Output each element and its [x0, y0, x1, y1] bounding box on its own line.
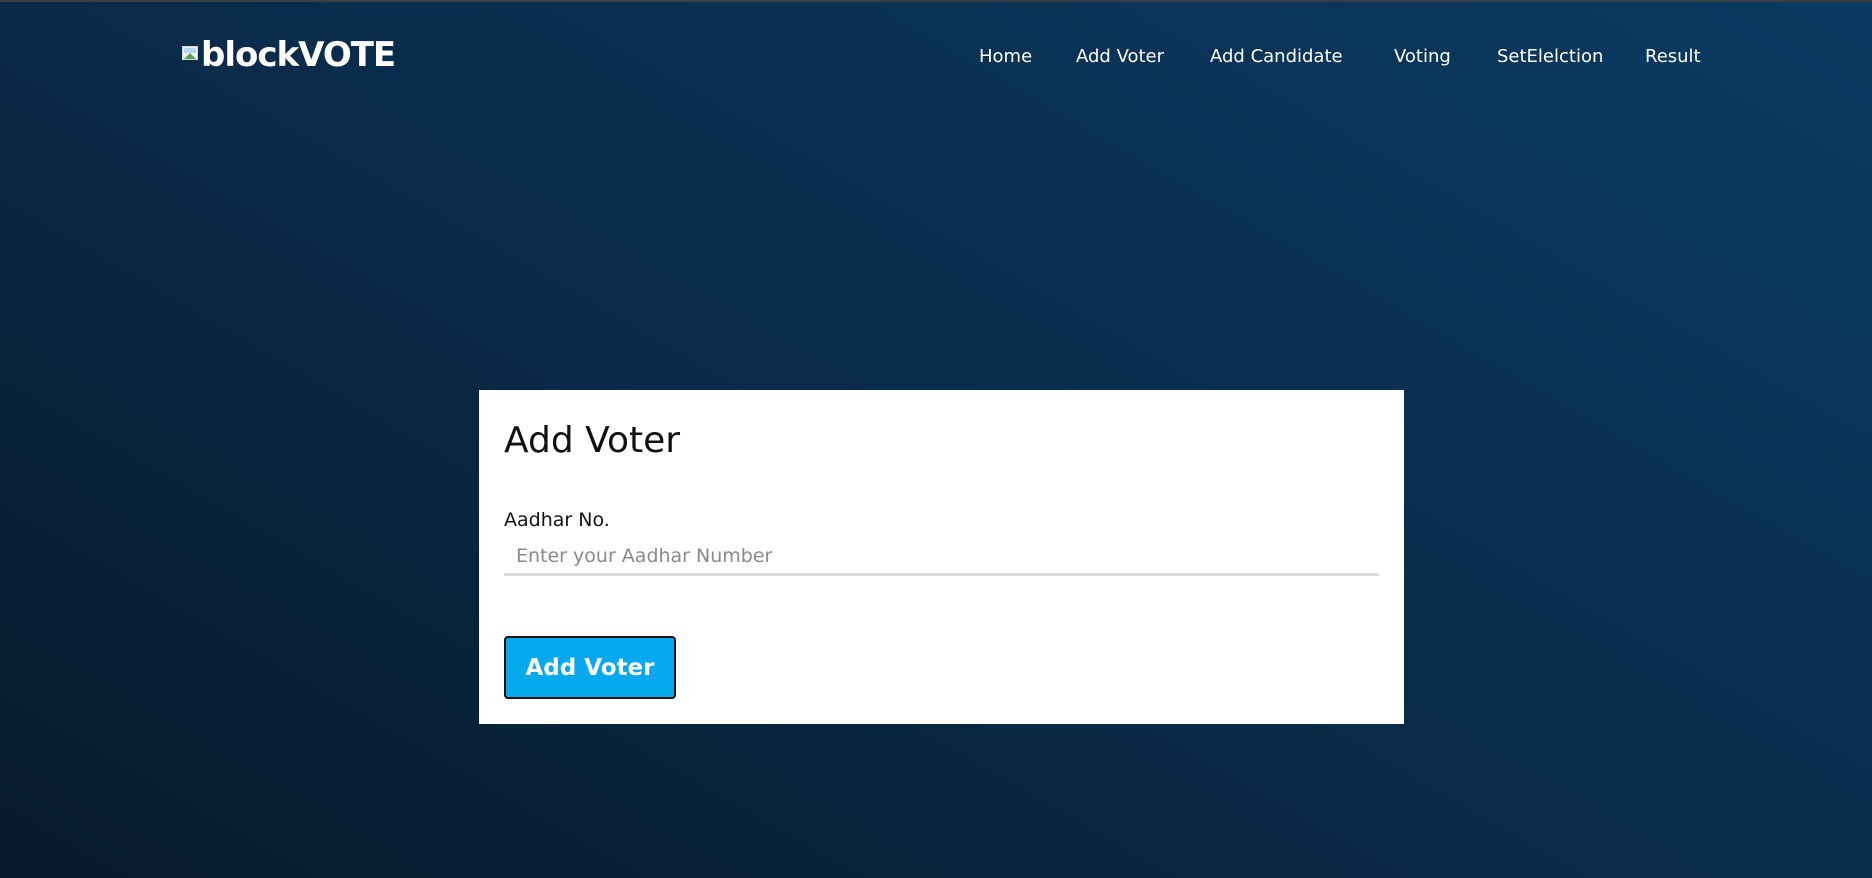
nav-home[interactable]: Home: [979, 42, 1032, 72]
nav-add-candidate[interactable]: Add Candidate: [1210, 42, 1343, 72]
page-title: Add Voter: [504, 420, 681, 461]
aadhar-label: Aadhar No.: [504, 509, 610, 531]
aadhar-input[interactable]: [504, 538, 1379, 576]
site-header: blockVOTE Home Add Voter Add Candidate V…: [0, 0, 1872, 115]
nav-add-voter[interactable]: Add Voter: [1076, 42, 1164, 72]
nav-set-election[interactable]: SetElelction: [1497, 42, 1603, 72]
nav-voting[interactable]: Voting: [1394, 42, 1451, 72]
add-voter-card: Add Voter Aadhar No. Add Voter: [479, 390, 1404, 724]
main-nav: Home Add Voter Add Candidate Voting SetE…: [0, 42, 1872, 72]
add-voter-button[interactable]: Add Voter: [504, 636, 676, 699]
nav-result[interactable]: Result: [1645, 42, 1701, 72]
